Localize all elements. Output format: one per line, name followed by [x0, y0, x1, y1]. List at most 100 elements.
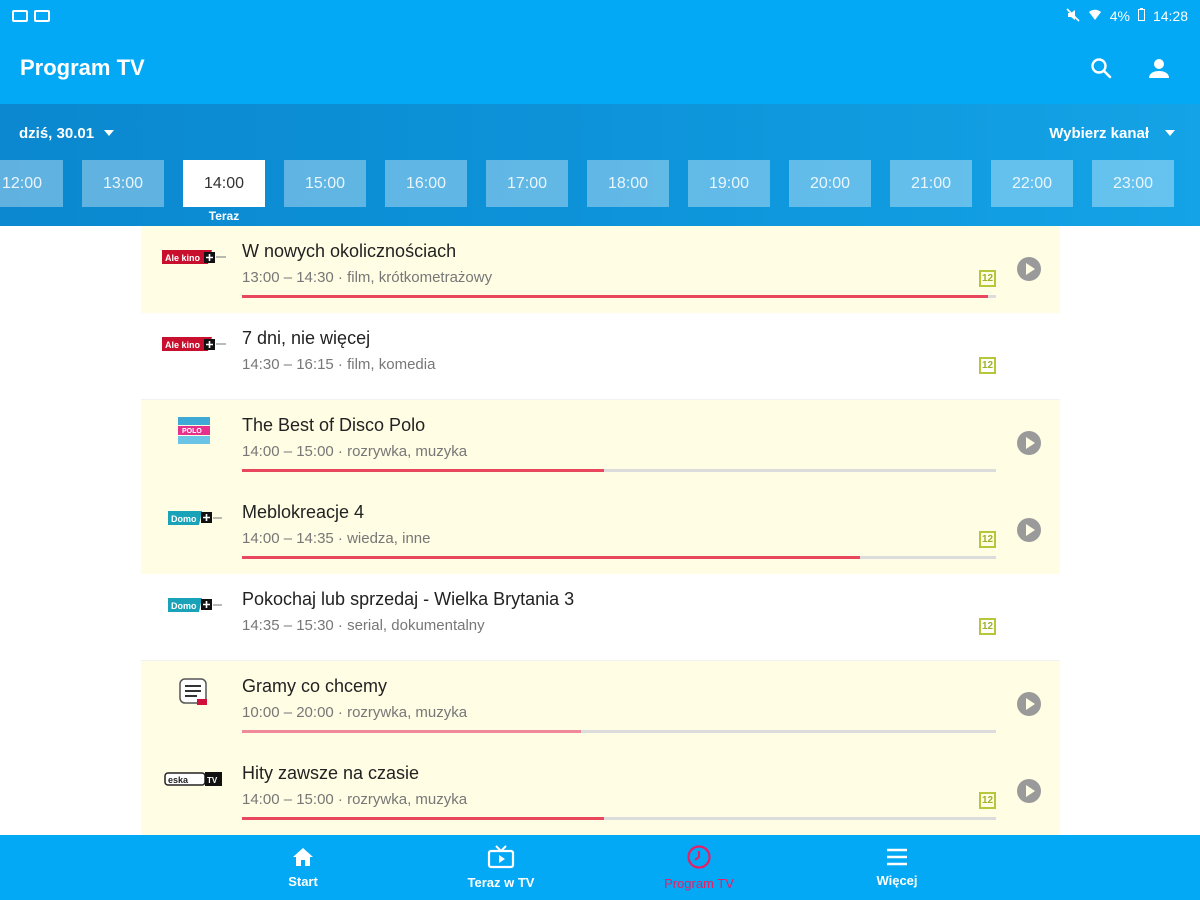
age-rating-badge: 12 — [979, 357, 996, 374]
program-title: Gramy co chcemy — [242, 676, 388, 696]
hour-chip[interactable]: 17:00 — [486, 160, 568, 207]
account-button[interactable] — [1144, 53, 1174, 83]
program-time-genre: 14:30 – 16:15 · film, komedia — [242, 356, 436, 373]
hour-chip-selected[interactable]: 14:00 — [183, 160, 265, 207]
program-title: Hity zawsze na czasie — [242, 763, 420, 783]
battery-percent: 4% — [1109, 8, 1130, 24]
photo-notification-icon — [34, 10, 50, 22]
nav-label: Więcej — [876, 873, 918, 888]
progress-bar — [242, 469, 996, 472]
program-row[interactable]: Ale kino W nowych okolicznościach 13:00 … — [141, 226, 1060, 313]
program-row[interactable]: Gramy co chcemy 10:00 – 20:00 · rozrywka… — [141, 661, 1060, 748]
program-time-genre: 10:00 – 20:00 · rozrywka, muzyka — [242, 704, 468, 721]
nav-program-tv[interactable]: Program TV — [600, 835, 798, 900]
hour-chip[interactable]: 13:00 — [82, 160, 164, 207]
chevron-down-icon — [1165, 130, 1175, 136]
program-row[interactable]: Domo Pokochaj lub sprzedaj - Wielka Bryt… — [141, 574, 1060, 661]
schedule-filter-bar: dziś, 30.01 Wybierz kanał 12:00 13:00 14… — [0, 104, 1200, 226]
progress-fill — [242, 469, 604, 472]
date-dropdown[interactable]: dziś, 30.01 — [19, 124, 115, 142]
svg-text:TV: TV — [207, 776, 218, 785]
domo-plus-logo: Domo — [159, 505, 229, 531]
play-button[interactable] — [1017, 779, 1041, 803]
app-root: 4% 14:28 Program TV dziś, 30.01 Wybierz … — [0, 0, 1200, 900]
age-rating-badge: 12 — [979, 618, 996, 635]
program-title: Meblokreacje 4 — [242, 502, 365, 522]
eska-rock-tv-logo — [159, 678, 229, 705]
age-rating-badge: 12 — [979, 531, 996, 548]
nav-label: Start — [288, 874, 318, 889]
hour-chip[interactable]: 22:00 — [991, 160, 1073, 207]
now-indicator: Teraz — [208, 209, 240, 223]
program-time-genre: 14:00 – 14:35 · wiedza, inne — [242, 530, 431, 547]
progress-bar — [242, 817, 996, 820]
search-icon — [1091, 58, 1112, 79]
program-time-genre: 13:00 – 14:30 · film, krótkometrażowy — [242, 269, 493, 286]
svg-text:Ale kino: Ale kino — [165, 253, 201, 263]
hour-chip[interactable]: 23:00 — [1092, 160, 1174, 207]
hour-chip[interactable]: 15:00 — [284, 160, 366, 207]
nav-teraz-w-tv[interactable]: Teraz w TV — [402, 835, 600, 900]
nav-wiecej[interactable]: Więcej — [798, 835, 996, 900]
channel-dropdown[interactable]: Wybierz kanał — [1049, 125, 1175, 142]
bottom-navigation: Start Teraz w TV Program TV Więcej — [0, 835, 1200, 900]
progress-bar — [242, 556, 996, 559]
play-button[interactable] — [1017, 257, 1041, 281]
hour-chip[interactable]: 16:00 — [385, 160, 467, 207]
play-button[interactable] — [1017, 431, 1041, 455]
program-row[interactable]: Ale kino 7 dni, nie więcej 14:30 – 16:15… — [141, 313, 1060, 400]
program-title: The Best of Disco Polo — [242, 415, 426, 435]
wifi-icon — [1088, 8, 1102, 24]
program-row[interactable]: POLO The Best of Disco Polo 14:00 – 15:0… — [141, 400, 1060, 487]
program-time-genre: 14:00 – 15:00 · rozrywka, muzyka — [242, 443, 468, 460]
hour-chip[interactable]: 19:00 — [688, 160, 770, 207]
progress-bar — [242, 730, 996, 733]
disco-polo-music-logo: POLO — [159, 417, 229, 444]
gallery-notification-icon — [12, 10, 28, 22]
hour-chip[interactable]: 21:00 — [890, 160, 972, 207]
battery-icon — [1137, 8, 1145, 24]
nav-label: Program TV — [664, 876, 734, 891]
program-title: 7 dni, nie więcej — [242, 328, 371, 348]
program-row[interactable]: eska TV Hity zawsze na czasie 14:00 – 15:… — [141, 748, 1060, 835]
page-title: Program TV — [20, 55, 145, 80]
search-button[interactable] — [1086, 53, 1116, 83]
mute-icon — [1066, 7, 1080, 25]
program-row[interactable]: Domo Meblokreacje 4 14:00 – 14:35 · wied… — [141, 487, 1060, 574]
nav-label: Teraz w TV — [467, 875, 535, 890]
progress-fill — [242, 817, 604, 820]
svg-text:eska: eska — [168, 775, 189, 785]
program-title: W nowych okolicznościach — [242, 241, 457, 261]
status-bar: 4% 14:28 — [0, 0, 1200, 32]
tv-icon — [487, 845, 515, 869]
program-time-genre: 14:00 – 15:00 · rozrywka, muzyka — [242, 791, 468, 808]
svg-text:Domo: Domo — [171, 601, 197, 611]
hour-chip[interactable]: 12:00 — [0, 160, 63, 207]
nav-start[interactable]: Start — [204, 835, 402, 900]
age-rating-badge: 12 — [979, 792, 996, 809]
progress-fill — [242, 556, 861, 559]
program-list[interactable]: Ale kino W nowych okolicznościach 13:00 … — [141, 226, 1060, 835]
eska-tv-logo: eska TV — [159, 766, 229, 792]
app-bar: Program TV — [0, 32, 1200, 104]
ale-kino-plus-logo: Ale kino — [159, 331, 229, 357]
chevron-down-icon — [104, 130, 115, 136]
progress-fill — [242, 295, 989, 298]
clock-icon — [687, 845, 711, 869]
ale-kino-plus-logo: Ale kino — [159, 244, 229, 270]
progress-bar — [242, 295, 996, 298]
progress-fill — [242, 730, 582, 733]
menu-icon — [887, 848, 907, 866]
hour-selector[interactable]: 12:00 13:00 14:00 15:00 16:00 17:00 18:0… — [0, 160, 1200, 208]
clock-time: 14:28 — [1152, 8, 1188, 24]
date-label: dziś, 30.01 — [19, 124, 95, 142]
play-button[interactable] — [1017, 692, 1041, 716]
hour-chip[interactable]: 20:00 — [789, 160, 871, 207]
hour-chip[interactable]: 18:00 — [587, 160, 669, 207]
program-time-genre: 14:35 – 15:30 · serial, dokumentalny — [242, 617, 485, 634]
play-button[interactable] — [1017, 518, 1041, 542]
program-title: Pokochaj lub sprzedaj - Wielka Brytania … — [242, 589, 575, 609]
domo-plus-logo: Domo — [159, 592, 229, 618]
svg-text:POLO: POLO — [182, 428, 202, 435]
account-icon — [1149, 59, 1169, 78]
